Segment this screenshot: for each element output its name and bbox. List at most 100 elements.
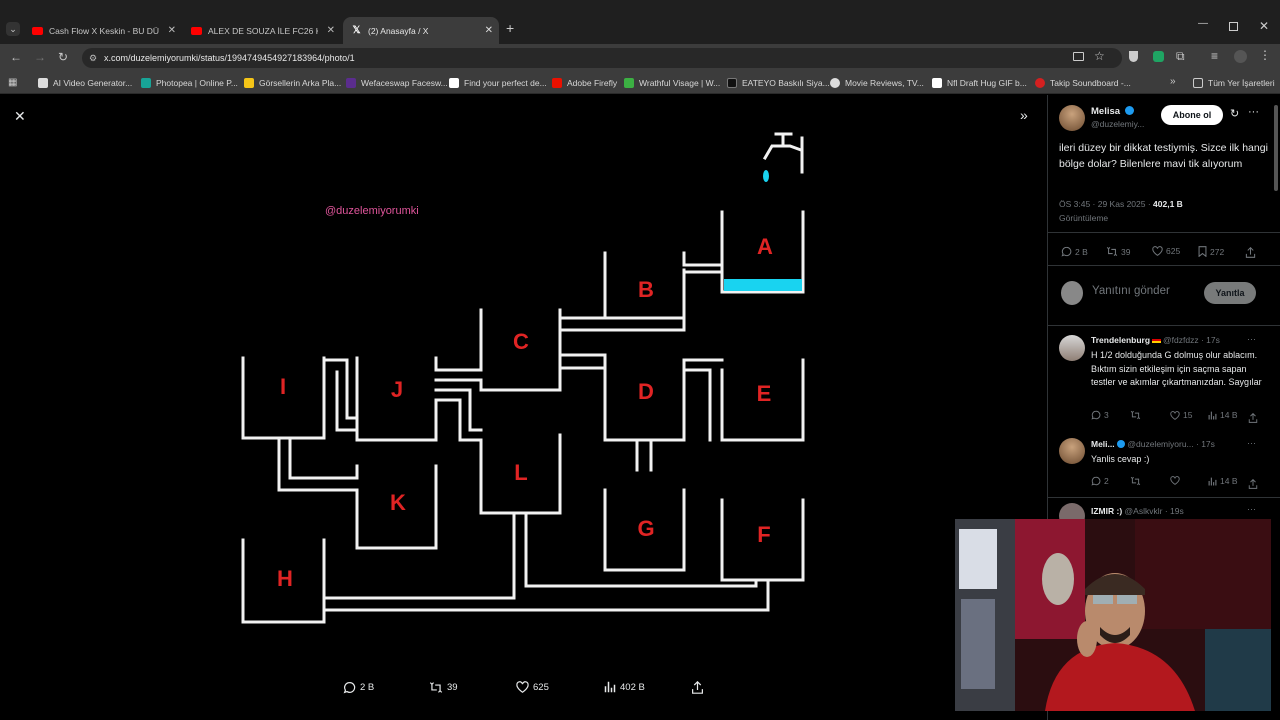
bookmark-item[interactable]: Takip Soundboard -...	[1035, 76, 1131, 90]
bookmark-item[interactable]: AI Video Generator...	[38, 76, 132, 90]
bookmark-favicon	[346, 78, 356, 88]
scrollbar[interactable]	[1274, 105, 1278, 191]
retweet-icon	[1106, 247, 1118, 256]
avatar[interactable]	[1059, 105, 1085, 131]
more-options-icon[interactable]: ···	[1247, 504, 1256, 514]
webcam-overlay	[955, 519, 1271, 711]
water-drop	[763, 170, 769, 182]
new-tab-button[interactable]: +	[506, 20, 514, 36]
close-tab-icon[interactable]: ✕	[327, 25, 335, 36]
reply-count[interactable]: 3	[1091, 410, 1109, 420]
more-options-icon[interactable]: ···	[1247, 438, 1256, 448]
bookmark-item[interactable]: Wefaceswap Facesw...	[346, 76, 448, 90]
retweet-count[interactable]: 39	[1106, 246, 1130, 257]
tab-cashflow[interactable]: Cash Flow X Keskin - BU DÜZEN ✕	[24, 17, 182, 44]
tab-x-home[interactable]: 𝕏 (2) Anasayfa / X ✕	[343, 17, 499, 44]
follow-button[interactable]: Abone ol	[1161, 105, 1223, 125]
views-count[interactable]: 14 B	[1208, 476, 1238, 486]
views-label: Görüntüleme	[1059, 213, 1109, 223]
bookmark-item[interactable]: Movie Reviews, TV...	[830, 76, 924, 90]
tank-label-g: G	[637, 516, 655, 541]
tank-label-j: J	[390, 377, 404, 402]
grok-icon[interactable]: ↻	[1230, 107, 1239, 120]
tank-label-f: F	[757, 522, 771, 547]
all-bookmarks-folder[interactable]: Tüm Yer İşaretleri	[1193, 76, 1275, 90]
more-options-icon[interactable]: ···	[1248, 106, 1259, 118]
bookmark-item[interactable]: Görsellerin Arka Pla...	[244, 76, 341, 90]
like-button[interactable]: 625	[516, 681, 549, 693]
more-options-icon[interactable]: ···	[1247, 334, 1256, 344]
site-info-icon[interactable]: ⚙	[89, 48, 97, 68]
like-count[interactable]: 15	[1170, 410, 1192, 420]
like-count[interactable]: 625	[1152, 246, 1180, 256]
address-bar[interactable]: ⚙ x.com/duzelemiyorumki/status/199474945…	[82, 48, 1122, 68]
forward-icon[interactable]: →	[34, 50, 46, 64]
close-window-icon[interactable]: ✕	[1259, 19, 1269, 33]
reply-submit-button[interactable]: Yanıtla	[1204, 282, 1256, 304]
bookmark-count[interactable]: 272	[1198, 246, 1224, 257]
bookmark-item[interactable]: EATEYO Baskılı Siya...	[727, 76, 830, 90]
reply-count[interactable]: 2 B	[1061, 246, 1088, 257]
share-icon[interactable]	[1248, 476, 1258, 494]
author-handle[interactable]: @duzelemiy...	[1091, 119, 1144, 129]
tab-search-button[interactable]: ⌄	[6, 22, 20, 36]
reply-icon	[1091, 410, 1101, 420]
tank-label-d: D	[638, 379, 654, 404]
tank-label-i: I	[279, 374, 287, 399]
green-extension-icon[interactable]	[1153, 51, 1164, 62]
like-count[interactable]	[1170, 476, 1183, 485]
bookmarks-overflow-icon[interactable]: »	[1170, 76, 1176, 87]
reply-header: Meli... @duzelemiyoru... · 17s	[1091, 439, 1215, 449]
heart-icon	[1170, 476, 1180, 485]
retweet-button[interactable]: 39	[429, 681, 458, 694]
tab-alex[interactable]: ALEX DE SOUZA İLE FC26 KARİ ✕	[183, 17, 341, 44]
retweet-icon	[1130, 410, 1141, 420]
retweet-count[interactable]	[1130, 476, 1144, 486]
bookmark-item[interactable]: Wrathful Visage | W...	[624, 76, 720, 90]
reply-icon	[343, 682, 356, 694]
share-icon[interactable]	[1245, 245, 1256, 263]
streamer-video	[955, 519, 1271, 711]
bookmark-favicon	[552, 78, 562, 88]
views-count[interactable]: 14 B	[1208, 410, 1238, 420]
menu-icon[interactable]: ⋮	[1259, 48, 1271, 62]
bookmark-favicon	[727, 78, 737, 88]
bookmark-item[interactable]: Find your perfect de...	[449, 76, 547, 90]
heart-icon	[1152, 246, 1163, 256]
apps-grid-icon[interactable]: ▦	[8, 77, 17, 88]
reply-input[interactable]: Yanıtını gönder	[1092, 285, 1170, 297]
bookmark-item[interactable]: Photopea | Online P...	[141, 76, 238, 90]
bookmark-item[interactable]: Adobe Firefly	[552, 76, 617, 90]
author-name[interactable]: Melisa	[1091, 106, 1134, 117]
reading-list-icon[interactable]: ≡	[1211, 49, 1218, 63]
reply-button[interactable]: 2 B	[343, 681, 374, 694]
reload-icon[interactable]: ↻	[58, 50, 68, 64]
install-app-icon[interactable]	[1073, 52, 1084, 61]
views-chart-icon	[604, 681, 616, 693]
tweet-meta: ÖS 3:45 · 29 Kas 2025 · 402,1 B	[1059, 199, 1183, 209]
avatar[interactable]	[1059, 438, 1085, 464]
back-icon[interactable]: ←	[10, 50, 22, 64]
avatar[interactable]	[1059, 335, 1085, 361]
maximize-icon[interactable]	[1229, 22, 1238, 31]
share-icon[interactable]	[1248, 410, 1258, 428]
bookmark-favicon	[449, 78, 459, 88]
reply-icon	[1061, 246, 1072, 257]
retweet-count[interactable]	[1130, 410, 1144, 420]
tank-label-a: A	[757, 234, 773, 259]
reply-count[interactable]: 2	[1091, 476, 1109, 486]
close-tab-icon[interactable]: ✕	[485, 25, 493, 36]
tank-label-k: K	[390, 490, 406, 515]
reply-icon	[1091, 476, 1101, 486]
share-button[interactable]	[691, 681, 708, 694]
divider	[1048, 265, 1280, 266]
extensions-icon[interactable]: ⧉	[1176, 49, 1185, 64]
bookmark-item[interactable]: Nfl Draft Hug GIF b...	[932, 76, 1027, 90]
close-tab-icon[interactable]: ✕	[168, 25, 176, 36]
shield-extension-icon[interactable]	[1129, 51, 1138, 62]
youtube-icon	[191, 26, 202, 35]
bookmark-star-icon[interactable]: ☆	[1094, 49, 1105, 63]
minimize-icon[interactable]: —	[1198, 18, 1208, 29]
profile-avatar[interactable]	[1234, 50, 1247, 63]
views-button[interactable]: 402 B	[604, 681, 645, 693]
